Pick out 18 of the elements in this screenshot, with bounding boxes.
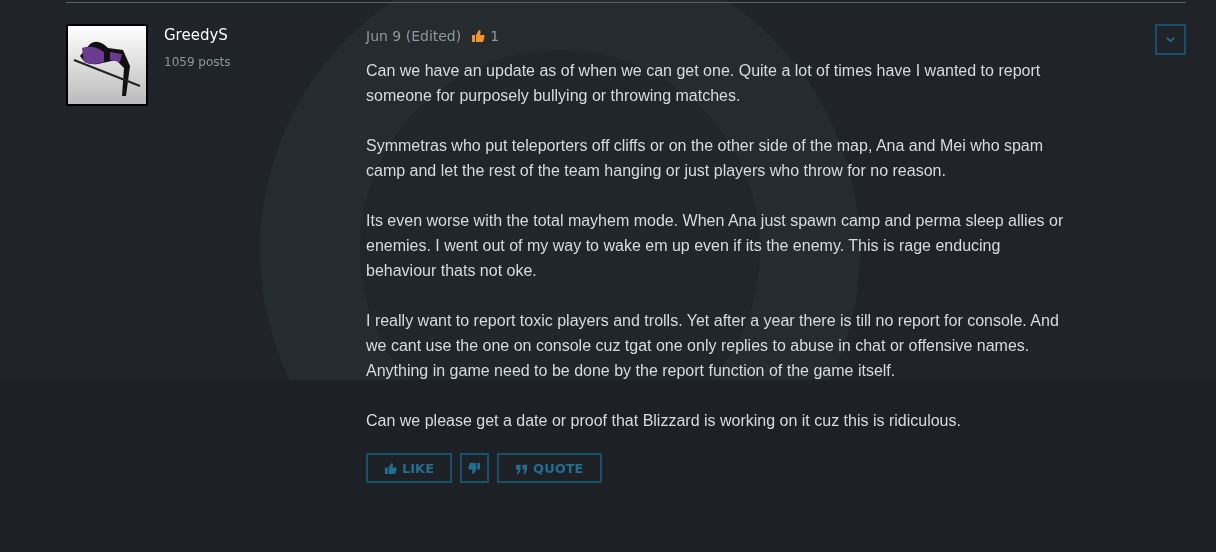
- chevron-down-icon: [1166, 35, 1175, 44]
- post-paragraph: Symmetras who put teleporters off cliffs or on the other side of the map, Ana and Mei who spam camp and let the rest of the team hanging or just players who throw for no reason.: [366, 136, 1045, 181]
- avatar[interactable]: [66, 24, 148, 106]
- username[interactable]: GreedyS: [164, 26, 228, 44]
- post-paragraph: Can we please get a date or proof that Blizzard is working on it cuz this is ridiculous.: [366, 411, 962, 431]
- like-count: 1: [490, 28, 500, 44]
- options-toggle[interactable]: [1155, 24, 1186, 55]
- dislike-button[interactable]: [460, 453, 490, 483]
- post-paragraph: I really want to report toxic players and trolls. Yet after a year there is till no report for console. And we cant use the one on console cuz tgat one only replies to abuse in chat or offensive names. Anything in game need to be done by the report function of the game itself.: [366, 311, 1060, 381]
- post-count: 1059 posts: [164, 55, 231, 69]
- post-paragraph: Can we have an update as of when we can get one. Quite a lot of times have I wanted to report someone for purposely bullying or throwing matches.: [366, 61, 1042, 106]
- post-date: Jun 9 (Edited): [366, 28, 462, 44]
- like-button[interactable]: LIKE: [366, 453, 453, 483]
- quote-button[interactable]: QUOTE: [497, 453, 602, 483]
- post-paragraph: Its even worse with the total mayhem mode. When Ana just spawn camp and perma sleep allies or enemies. I went out of my way to wake em up even if its the enemy. This is rage enducing behaviour thats not oke.: [366, 211, 1065, 281]
- thumbs-down-icon: [468, 461, 482, 475]
- thumbs-up-icon: [471, 29, 486, 43]
- thumbs-up-icon: [384, 461, 397, 475]
